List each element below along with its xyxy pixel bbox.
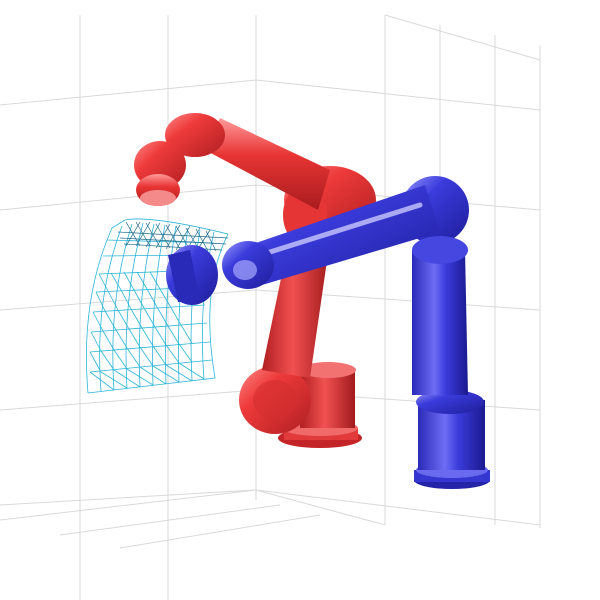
surface-mesh[interactable] — [86, 218, 229, 394]
blue-upper-arm — [412, 250, 468, 395]
3d-viewport[interactable] — [0, 0, 600, 600]
surface-mesh-dense — [117, 221, 229, 253]
scene-canvas[interactable] — [0, 0, 600, 600]
